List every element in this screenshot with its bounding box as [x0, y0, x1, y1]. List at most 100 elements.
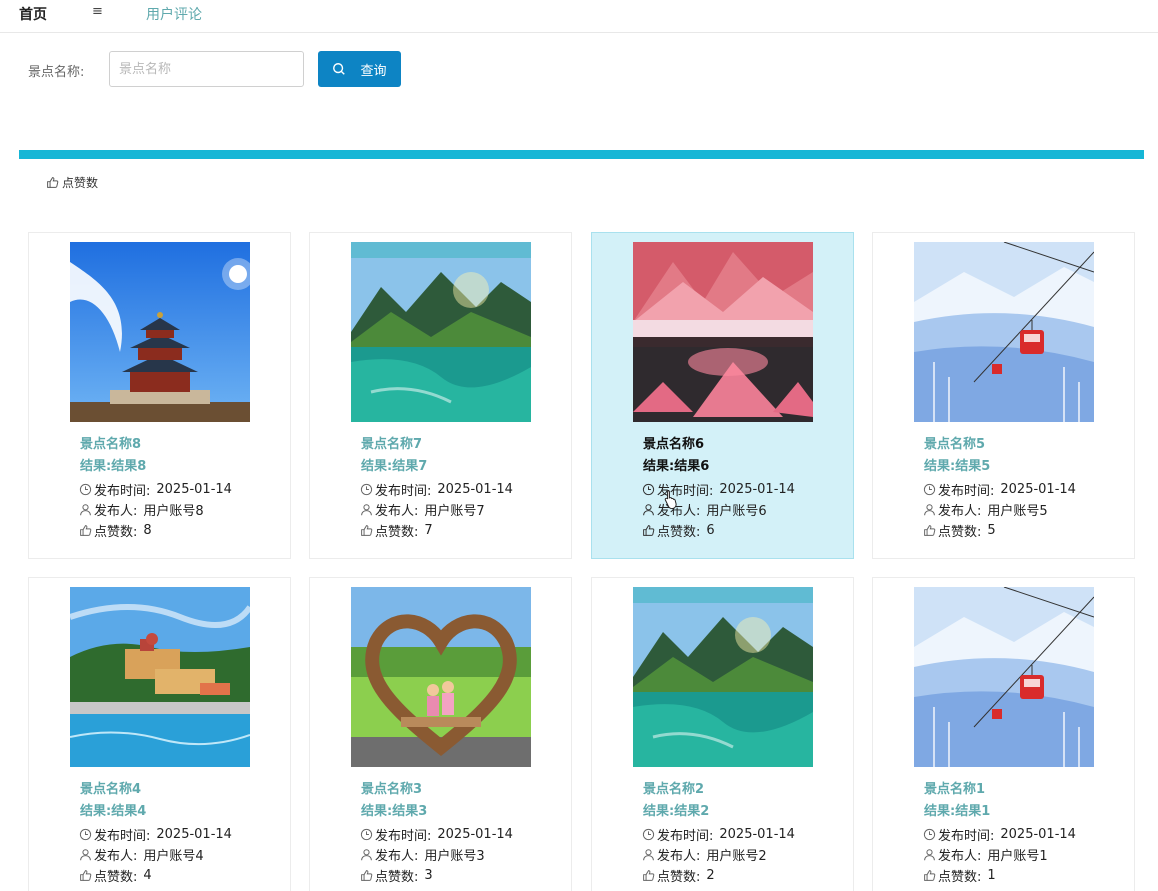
publisher-value: 用户账号6: [706, 504, 767, 519]
publisher-value: 用户账号8: [143, 504, 204, 519]
publisher-value: 用户账号7: [424, 504, 485, 519]
publisher-label: 发布人:: [938, 849, 982, 864]
sort-by-likes[interactable]: 点赞数: [46, 174, 98, 191]
like-count: 点赞数: 5: [923, 521, 996, 540]
clock-icon: [923, 483, 936, 496]
attraction-result: 结果:结果7: [361, 459, 428, 474]
attraction-image[interactable]: [633, 242, 813, 422]
search-input[interactable]: [109, 51, 304, 87]
attraction-name[interactable]: 景点名称1: [924, 778, 985, 797]
publish-time: 发布时间: 2025-01-14: [923, 825, 1076, 844]
attraction-image[interactable]: [70, 587, 250, 767]
publish-time-value: 2025-01-14: [1000, 482, 1076, 497]
attraction-image[interactable]: [351, 242, 531, 422]
attraction-result: 结果:结果4: [80, 804, 147, 819]
menu-icon[interactable]: ≡: [92, 4, 103, 19]
attraction-card[interactable]: 景点名称4 结果:结果4 发布时间: 2025-01-14 发布人: 用户账号4…: [28, 577, 291, 891]
attraction-result: 结果:结果2: [643, 804, 710, 819]
attraction-name[interactable]: 景点名称2: [643, 778, 704, 797]
publish-time: 发布时间: 2025-01-14: [79, 825, 232, 844]
attraction-name[interactable]: 景点名称7: [361, 433, 422, 452]
publish-time: 发布时间: 2025-01-14: [360, 825, 513, 844]
publish-time-value: 2025-01-14: [437, 827, 513, 842]
attraction-card[interactable]: 景点名称6 结果:结果6 发布时间: 2025-01-14 发布人: 用户账号6…: [591, 232, 854, 559]
attraction-name[interactable]: 景点名称3: [361, 778, 422, 797]
attraction-result: 结果:结果8: [80, 459, 147, 474]
thumbs-up-icon: [643, 525, 655, 536]
like-count: 点赞数: 6: [642, 521, 715, 540]
thumbs-up-icon: [924, 870, 936, 881]
attraction-image[interactable]: [70, 242, 250, 422]
clock-icon: [923, 828, 936, 841]
like-count: 点赞数: 3: [360, 866, 433, 885]
like-count: 点赞数: 7: [360, 521, 433, 540]
publish-time-label: 发布时间:: [657, 829, 714, 844]
attraction-name[interactable]: 景点名称5: [924, 433, 985, 452]
attraction-card[interactable]: 景点名称5 结果:结果5 发布时间: 2025-01-14 发布人: 用户账号5…: [872, 232, 1135, 559]
like-count: 点赞数: 2: [642, 866, 715, 885]
clock-icon: [360, 483, 373, 496]
publisher: 发布人: 用户账号5: [923, 500, 1048, 519]
publisher: 发布人: 用户账号1: [923, 845, 1048, 864]
thumbs-up-icon: [361, 870, 373, 881]
attraction-result: 结果:结果5: [924, 459, 991, 474]
search-button[interactable]: 查询: [318, 51, 401, 87]
attraction-card[interactable]: 景点名称7 结果:结果7 发布时间: 2025-01-14 发布人: 用户账号7…: [309, 232, 572, 559]
attraction-card[interactable]: 景点名称3 结果:结果3 发布时间: 2025-01-14 发布人: 用户账号3…: [309, 577, 572, 891]
like-count: 点赞数: 4: [79, 866, 152, 885]
like-count-label: 点赞数:: [94, 525, 138, 540]
publish-time-label: 发布时间:: [375, 829, 432, 844]
publish-time-label: 发布时间:: [938, 484, 995, 499]
publisher-value: 用户账号4: [143, 849, 204, 864]
like-count-value: 5: [987, 523, 996, 538]
like-count-label: 点赞数:: [94, 870, 138, 885]
clock-icon: [642, 828, 655, 841]
thumbs-up-icon: [924, 525, 936, 536]
publish-time: 发布时间: 2025-01-14: [79, 480, 232, 499]
publisher-label: 发布人:: [94, 504, 138, 519]
publish-time-value: 2025-01-14: [156, 482, 232, 497]
publisher-label: 发布人:: [94, 849, 138, 864]
publish-time-value: 2025-01-14: [156, 827, 232, 842]
publisher: 发布人: 用户账号8: [79, 500, 204, 519]
attraction-image[interactable]: [914, 587, 1094, 767]
like-count: 点赞数: 1: [923, 866, 996, 885]
publisher-label: 发布人:: [375, 504, 419, 519]
attraction-result: 结果:结果1: [924, 804, 991, 819]
attraction-card[interactable]: 景点名称8 结果:结果8 发布时间: 2025-01-14 发布人: 用户账号8…: [28, 232, 291, 559]
attraction-name[interactable]: 景点名称8: [80, 433, 141, 452]
attraction-image[interactable]: [914, 242, 1094, 422]
publisher: 发布人: 用户账号7: [360, 500, 485, 519]
attraction-name[interactable]: 景点名称6: [643, 433, 704, 452]
clock-icon: [360, 828, 373, 841]
publisher-label: 发布人:: [375, 849, 419, 864]
search-button-label: 查询: [360, 63, 387, 79]
attraction-card[interactable]: 景点名称2 结果:结果2 发布时间: 2025-01-14 发布人: 用户账号2…: [591, 577, 854, 891]
attraction-card[interactable]: 景点名称1 结果:结果1 发布时间: 2025-01-14 发布人: 用户账号1…: [872, 577, 1135, 891]
like-count: 点赞数: 8: [79, 521, 152, 540]
sort-by-likes-label: 点赞数: [62, 176, 99, 190]
attraction-image[interactable]: [633, 587, 813, 767]
publish-time: 发布时间: 2025-01-14: [642, 825, 795, 844]
like-count-label: 点赞数:: [375, 525, 419, 540]
hand-cursor-icon: [664, 490, 677, 509]
clock-icon: [79, 483, 92, 496]
thumbs-up-icon: [80, 870, 92, 881]
nav-home[interactable]: 首页: [19, 4, 47, 24]
publish-time-value: 2025-01-14: [437, 482, 513, 497]
like-count-label: 点赞数:: [657, 525, 701, 540]
publisher: 发布人: 用户账号2: [642, 845, 767, 864]
user-icon: [361, 849, 372, 861]
thumbs-up-icon: [361, 525, 373, 536]
like-count-value: 4: [143, 868, 152, 883]
attraction-image[interactable]: [351, 587, 531, 767]
user-icon: [80, 849, 91, 861]
attraction-result: 结果:结果3: [361, 804, 428, 819]
publisher: 发布人: 用户账号4: [79, 845, 204, 864]
nav-tab-user-comments[interactable]: 用户评论: [146, 4, 202, 24]
thumbs-up-icon: [643, 870, 655, 881]
publish-time-value: 2025-01-14: [719, 827, 795, 842]
attraction-name[interactable]: 景点名称4: [80, 778, 141, 797]
user-icon: [924, 504, 935, 516]
like-count-value: 3: [424, 868, 433, 883]
